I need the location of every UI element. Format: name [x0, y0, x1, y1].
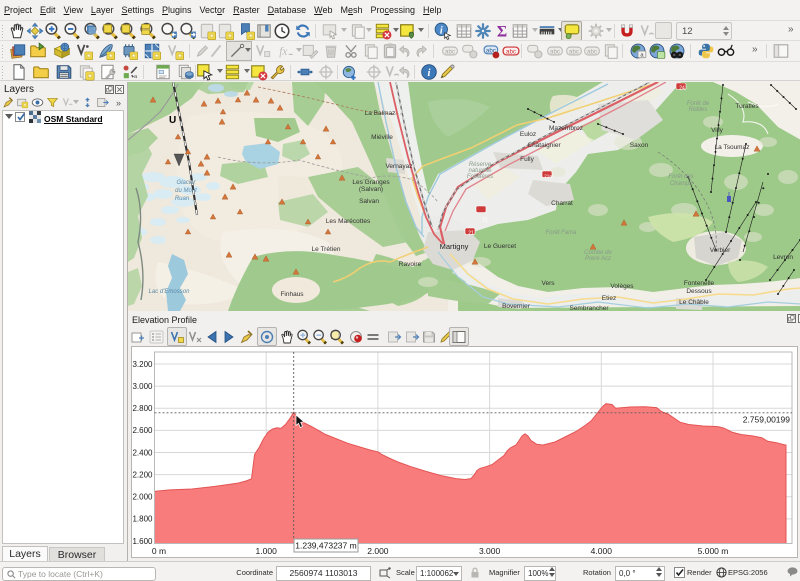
- svg-text:Vernayaz: Vernayaz: [385, 163, 412, 170]
- svg-text:Levron: Levron: [773, 254, 793, 261]
- svg-text:Euloz: Euloz: [520, 131, 536, 138]
- svg-text:Lac d'Emosson: Lac d'Emosson: [149, 289, 190, 295]
- svg-text:2.600: 2.600: [132, 426, 153, 435]
- svg-text:Forêt des: Forêt des: [668, 174, 693, 180]
- svg-text:Miéville: Miéville: [371, 134, 393, 141]
- svg-text:Fully: Fully: [520, 156, 534, 163]
- svg-text:Mazembroz: Mazembroz: [549, 125, 583, 132]
- svg-text:Etiez: Etiez: [602, 295, 616, 302]
- svg-text:Martigny: Martigny: [440, 242, 469, 251]
- svg-text:1.239,473237 m: 1.239,473237 m: [295, 541, 356, 551]
- svg-text:21: 21: [482, 218, 488, 224]
- svg-text:Villy: Villy: [711, 127, 724, 134]
- svg-text:Salvan: Salvan: [359, 198, 379, 205]
- svg-text:Le Trétien: Le Trétien: [312, 246, 341, 253]
- svg-text:Ravoire: Ravoire: [399, 261, 422, 268]
- svg-text:2.000: 2.000: [132, 493, 153, 502]
- svg-text:Bovernier: Bovernier: [502, 303, 531, 310]
- svg-text:Glacier: Glacier: [176, 180, 196, 186]
- svg-text:Dessous: Dessous: [686, 288, 712, 295]
- svg-text:Follatères: Follatères: [467, 174, 493, 180]
- svg-text:1.800: 1.800: [132, 515, 153, 524]
- svg-text:U: U: [169, 115, 176, 126]
- svg-text:La Balmaz: La Balmaz: [365, 110, 396, 117]
- svg-text:Riddes: Riddes: [689, 107, 708, 113]
- svg-text:Fontenelle: Fontenelle: [684, 280, 715, 287]
- svg-text:21a: 21a: [544, 174, 552, 179]
- svg-text:2.200: 2.200: [132, 470, 153, 479]
- svg-text:Ruan: Ruan: [175, 196, 190, 202]
- svg-text:3.000: 3.000: [132, 382, 153, 391]
- svg-text:0 m: 0 m: [152, 546, 166, 556]
- svg-text:Volèges: Volèges: [610, 283, 634, 290]
- svg-text:La Tsoumaz: La Tsoumaz: [715, 144, 750, 151]
- svg-text:24: 24: [679, 86, 685, 92]
- svg-text:3.200: 3.200: [132, 360, 153, 369]
- svg-text:Le Châble: Le Châble: [679, 299, 709, 306]
- svg-text:1.600: 1.600: [132, 537, 153, 546]
- svg-text:(Salvan): (Salvan): [359, 186, 383, 193]
- svg-text:2.400: 2.400: [132, 448, 153, 457]
- svg-text:Les Marécottes: Les Marécottes: [326, 218, 371, 225]
- svg-text:Châtaignier: Châtaignier: [527, 142, 561, 149]
- svg-text:Turatles: Turatles: [735, 103, 759, 110]
- svg-text:Forêt Fama: Forêt Fama: [545, 230, 577, 236]
- svg-text:du Mont: du Mont: [175, 188, 197, 194]
- svg-text:5.000 m: 5.000 m: [698, 546, 729, 556]
- svg-text:Finhaus: Finhaus: [280, 291, 304, 298]
- svg-text:Le Guercet: Le Guercet: [484, 243, 516, 250]
- svg-text:2.000: 2.000: [367, 546, 389, 556]
- svg-text:3.000: 3.000: [479, 546, 501, 556]
- svg-text:2.800: 2.800: [132, 404, 153, 413]
- svg-text:Prere Acz: Prere Acz: [585, 256, 611, 262]
- svg-text:Verbier: Verbier: [710, 247, 731, 254]
- svg-text:Champs: Champs: [670, 181, 692, 187]
- svg-text:4.000: 4.000: [591, 546, 613, 556]
- svg-text:21: 21: [468, 231, 474, 237]
- svg-text:i: i: [428, 67, 431, 79]
- svg-text:2.759,00199: 2.759,00199: [743, 415, 791, 425]
- svg-text:1.000: 1.000: [256, 546, 278, 556]
- svg-text:Saxon: Saxon: [630, 142, 649, 149]
- svg-text:Les Granges: Les Granges: [352, 179, 390, 186]
- svg-text:Charrat: Charrat: [551, 200, 573, 207]
- svg-text:Vers: Vers: [541, 280, 555, 287]
